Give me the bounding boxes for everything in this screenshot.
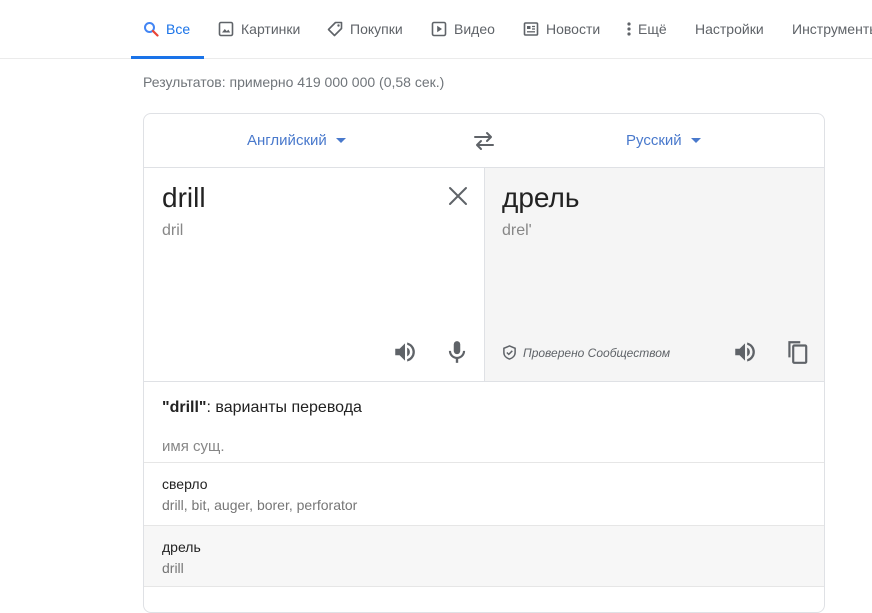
tab-images[interactable]: Картинки xyxy=(218,0,300,58)
tab-label: Покупки xyxy=(350,21,403,37)
result-stats: Результатов: примерно 419 000 000 (0,58 … xyxy=(143,74,445,90)
translate-card: Английский Русский drill dril дрель drel… xyxy=(143,113,825,613)
chevron-down-icon xyxy=(690,138,701,143)
tab-shopping[interactable]: Покупки xyxy=(327,0,403,58)
tab-label: Все xyxy=(166,21,191,37)
language-bar: Английский Русский xyxy=(144,114,824,168)
source-language-select[interactable]: Английский xyxy=(247,114,346,167)
source-transliteration: dril xyxy=(162,222,184,239)
alternative-word: дрель xyxy=(162,539,201,555)
news-icon xyxy=(523,21,539,37)
tab-all[interactable]: Все xyxy=(130,0,205,59)
alternative-word: сверло xyxy=(162,476,208,492)
source-panel[interactable]: drill dril xyxy=(144,168,484,382)
search-tabs: Все Картинки Покупки Видео Новости Ещё Н… xyxy=(0,0,872,59)
play-icon xyxy=(431,21,447,37)
alternatives-heading: : варианты перевода xyxy=(206,399,362,416)
listen-source-button[interactable] xyxy=(392,341,418,367)
swap-languages-button[interactable] xyxy=(470,129,498,153)
chevron-down-icon xyxy=(335,138,346,143)
part-of-speech: имя сущ. xyxy=(162,438,225,455)
tab-label: Инструменты xyxy=(792,21,872,37)
copy-translation-button[interactable] xyxy=(784,339,810,370)
verified-badge[interactable]: Проверено Сообществом xyxy=(502,345,670,360)
tab-label: Новости xyxy=(546,21,601,37)
tab-video[interactable]: Видео xyxy=(431,0,495,58)
translation-transliteration: drel' xyxy=(502,222,532,239)
list-item[interactable]: дрель drill xyxy=(144,525,824,587)
source-language-label: Английский xyxy=(247,132,327,149)
shield-check-icon xyxy=(502,345,517,360)
more-vert-icon xyxy=(626,21,632,37)
listen-translation-button[interactable] xyxy=(732,341,758,367)
target-language-label: Русский xyxy=(626,132,682,149)
clear-button[interactable] xyxy=(444,182,472,210)
speaker-icon xyxy=(392,339,418,370)
alternatives-word: "drill" xyxy=(162,399,207,416)
tab-more[interactable]: Ещё xyxy=(626,0,667,58)
tab-news[interactable]: Новости xyxy=(523,0,600,58)
speaker-icon xyxy=(732,339,758,370)
tab-label: Настройки xyxy=(695,21,764,37)
alternatives-title: "drill": варианты перевода xyxy=(162,399,362,417)
alternative-synonyms: drill xyxy=(162,560,184,576)
close-icon xyxy=(444,187,472,214)
tag-icon xyxy=(327,21,343,37)
microphone-icon xyxy=(444,339,470,370)
voice-input-button[interactable] xyxy=(444,339,470,370)
tab-settings[interactable]: Настройки xyxy=(695,0,764,58)
verified-label: Проверено Сообществом xyxy=(523,345,671,360)
list-item[interactable]: сверло drill, bit, auger, borer, perfora… xyxy=(144,462,824,524)
image-icon xyxy=(218,21,234,37)
search-icon xyxy=(143,21,159,37)
tab-label: Картинки xyxy=(241,21,301,37)
tab-tools[interactable]: Инструменты xyxy=(792,0,872,58)
translation-text: дрель xyxy=(502,182,580,213)
copy-icon xyxy=(784,339,810,370)
tab-label: Видео xyxy=(454,21,495,37)
alternative-synonyms: drill, bit, auger, borer, perforator xyxy=(162,497,358,513)
target-panel: дрель drel' Проверено Сообществом xyxy=(484,168,824,382)
target-language-select[interactable]: Русский xyxy=(626,114,701,167)
swap-icon xyxy=(470,132,498,157)
source-text[interactable]: drill xyxy=(162,182,206,214)
tab-label: Ещё xyxy=(638,21,667,37)
